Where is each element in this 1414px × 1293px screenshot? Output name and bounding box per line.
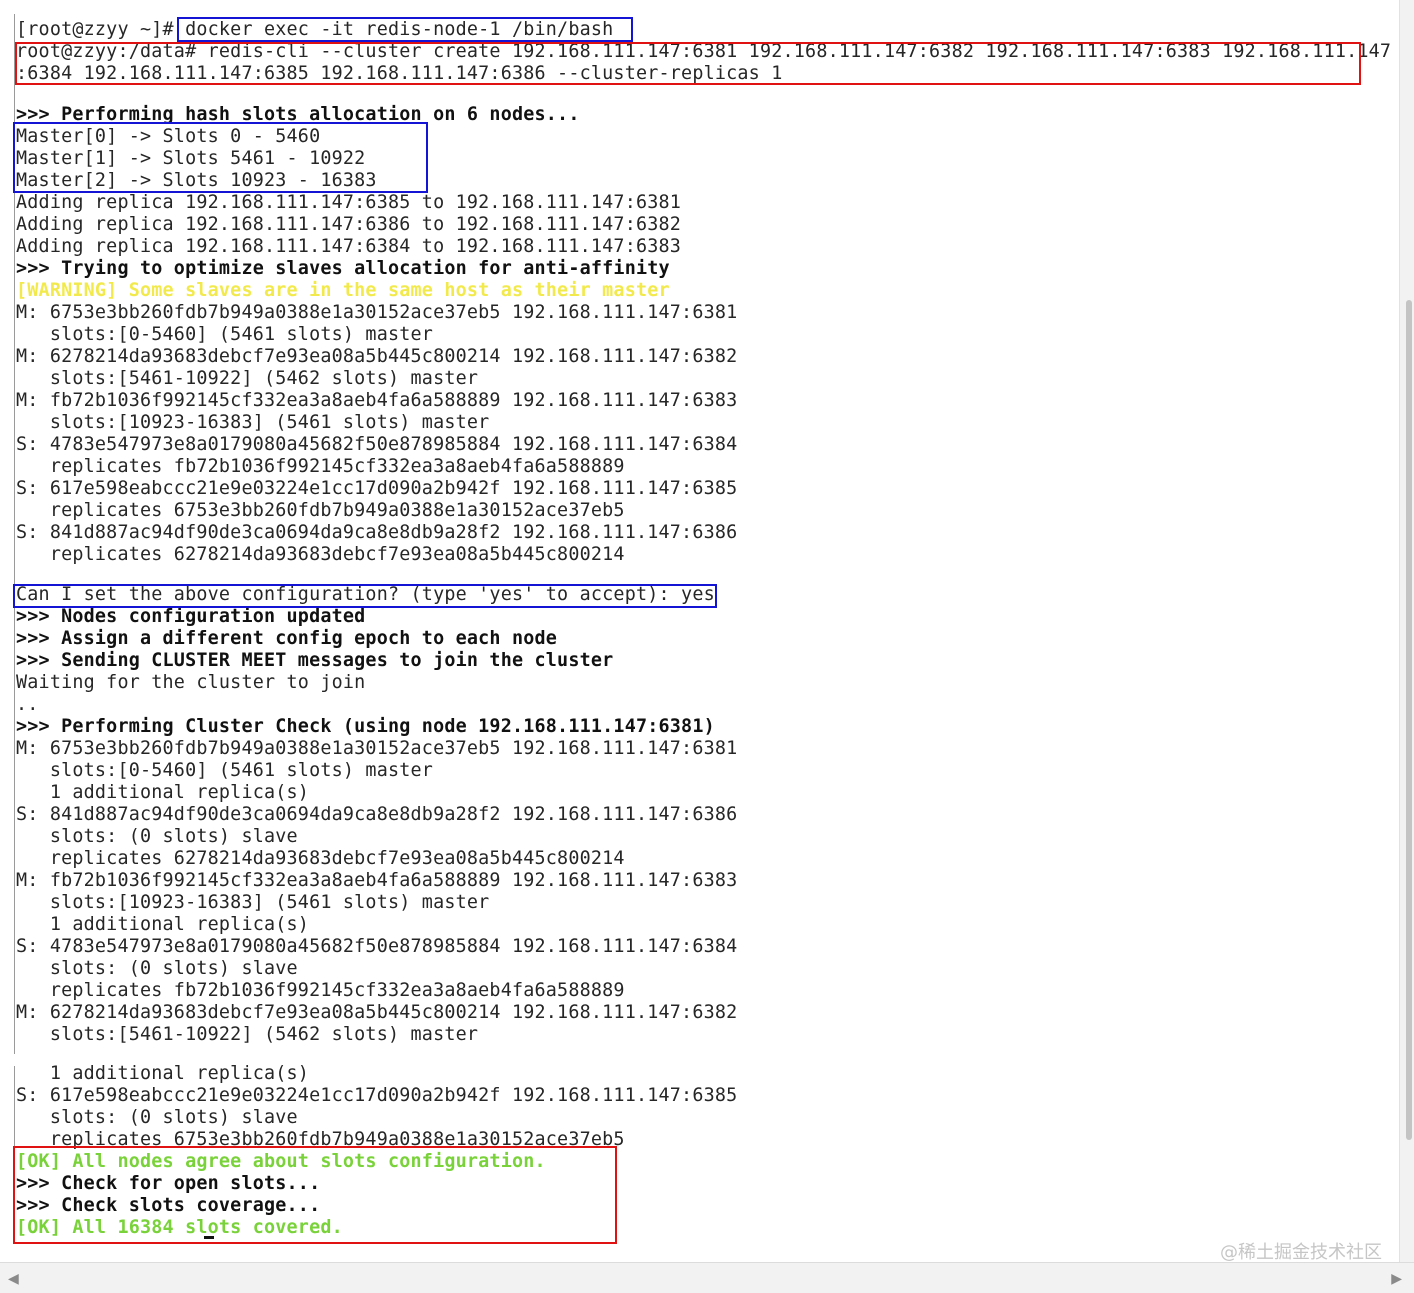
terminal-line: Adding replica 192.168.111.147:6386 to 1… (16, 214, 682, 235)
terminal-gutter-bottom (14, 1066, 15, 1146)
terminal-line: >>> Sending CLUSTER MEET messages to joi… (16, 650, 614, 671)
terminal-line: [OK] All nodes agree about slots configu… (16, 1151, 546, 1172)
terminal-line: S: 617e598eabccc21e9e03224e1cc17d090a2b9… (16, 478, 738, 499)
terminal-line: replicates fb72b1036f992145cf332ea3a8aeb… (16, 456, 625, 477)
terminal-line: M: 6753e3bb260fdb7b949a0388e1a30152ace37… (16, 302, 738, 323)
terminal-line: replicates 6753e3bb260fdb7b949a0388e1a30… (16, 1129, 625, 1150)
terminal-line: Adding replica 192.168.111.147:6384 to 1… (16, 236, 682, 257)
scroll-right-icon[interactable]: ▶ (1391, 1271, 1402, 1287)
terminal-line: slots:[0-5460] (5461 slots) master (16, 324, 434, 345)
terminal-cursor (204, 1236, 214, 1239)
terminal-line: M: 6278214da93683debcf7e93ea08a5b445c800… (16, 1002, 738, 1023)
terminal-line: S: 841d887ac94df90de3ca0694da9ca8e8db9a2… (16, 522, 738, 543)
terminal-line: .. (16, 694, 39, 715)
terminal-line: >>> Check slots coverage... (16, 1195, 321, 1216)
terminal-line: slots: (0 slots) slave (16, 1107, 298, 1128)
terminal-line: >>> Trying to optimize slaves allocation… (16, 258, 670, 279)
terminal-line: Master[2] -> Slots 10923 - 16383 (16, 170, 377, 191)
terminal-line: M: fb72b1036f992145cf332ea3a8aeb4fa6a588… (16, 870, 738, 891)
terminal-line: M: fb72b1036f992145cf332ea3a8aeb4fa6a588… (16, 390, 738, 411)
terminal-line: replicates 6753e3bb260fdb7b949a0388e1a30… (16, 500, 625, 521)
terminal-line: slots:[10923-16383] (5461 slots) master (16, 412, 490, 433)
terminal-output[interactable]: [root@zzyy ~]# docker exec -it redis-nod… (0, 0, 1408, 1262)
terminal-gutter-top (14, 14, 15, 1054)
terminal-line: Waiting for the cluster to join (16, 672, 366, 693)
terminal-line: 1 additional replica(s) (16, 782, 310, 803)
terminal-line: Master[0] -> Slots 0 - 5460 (16, 126, 321, 147)
terminal-line: M: 6753e3bb260fdb7b949a0388e1a30152ace37… (16, 738, 738, 759)
terminal-line: >>> Assign a different config epoch to e… (16, 628, 558, 649)
terminal-line: slots: (0 slots) slave (16, 826, 298, 847)
terminal-line: replicates fb72b1036f992145cf332ea3a8aeb… (16, 980, 625, 1001)
vertical-scrollbar-thumb[interactable] (1406, 300, 1412, 1140)
terminal-line: Adding replica 192.168.111.147:6385 to 1… (16, 192, 682, 213)
terminal-line: [OK] All 16384 slots covered. (16, 1217, 343, 1238)
terminal-line: replicates 6278214da93683debcf7e93ea08a5… (16, 544, 625, 565)
terminal-line: [root@zzyy ~]# docker exec -it redis-nod… (16, 19, 614, 40)
terminal-line: slots: (0 slots) slave (16, 958, 298, 979)
terminal-line: >>> Performing Cluster Check (using node… (16, 716, 715, 737)
terminal-line: S: 841d887ac94df90de3ca0694da9ca8e8db9a2… (16, 804, 738, 825)
scroll-left-icon[interactable]: ◀ (8, 1271, 19, 1287)
watermark: @稀土掘金技术社区 (1220, 1242, 1382, 1263)
terminal-line: 1 additional replica(s) (16, 1063, 310, 1084)
terminal-line: [WARNING] Some slaves are in the same ho… (16, 280, 670, 301)
horizontal-scrollbar[interactable]: ◀ ▶ (0, 1262, 1414, 1293)
vertical-scrollbar[interactable] (1399, 0, 1414, 1262)
terminal-line: Can I set the above configuration? (type… (16, 584, 715, 605)
terminal-line: root@zzyy:/data# redis-cli --cluster cre… (16, 41, 1392, 62)
terminal-line: 1 additional replica(s) (16, 914, 310, 935)
terminal-line: S: 4783e547973e8a0179080a45682f50e878985… (16, 936, 738, 957)
terminal-line: replicates 6278214da93683debcf7e93ea08a5… (16, 848, 625, 869)
terminal-line: slots:[5461-10922] (5462 slots) master (16, 1024, 479, 1045)
terminal-line: >>> Performing hash slots allocation on … (16, 104, 580, 125)
terminal-line: S: 4783e547973e8a0179080a45682f50e878985… (16, 434, 738, 455)
terminal-line: Master[1] -> Slots 5461 - 10922 (16, 148, 366, 169)
terminal-line: >>> Check for open slots... (16, 1173, 321, 1194)
terminal-line: slots:[5461-10922] (5462 slots) master (16, 368, 479, 389)
terminal-line: S: 617e598eabccc21e9e03224e1cc17d090a2b9… (16, 1085, 738, 1106)
terminal-line: >>> Nodes configuration updated (16, 606, 366, 627)
terminal-line: M: 6278214da93683debcf7e93ea08a5b445c800… (16, 346, 738, 367)
terminal-line: slots:[0-5460] (5461 slots) master (16, 760, 434, 781)
terminal-line: slots:[10923-16383] (5461 slots) master (16, 892, 490, 913)
terminal-line: :6384 192.168.111.147:6385 192.168.111.1… (16, 63, 783, 84)
